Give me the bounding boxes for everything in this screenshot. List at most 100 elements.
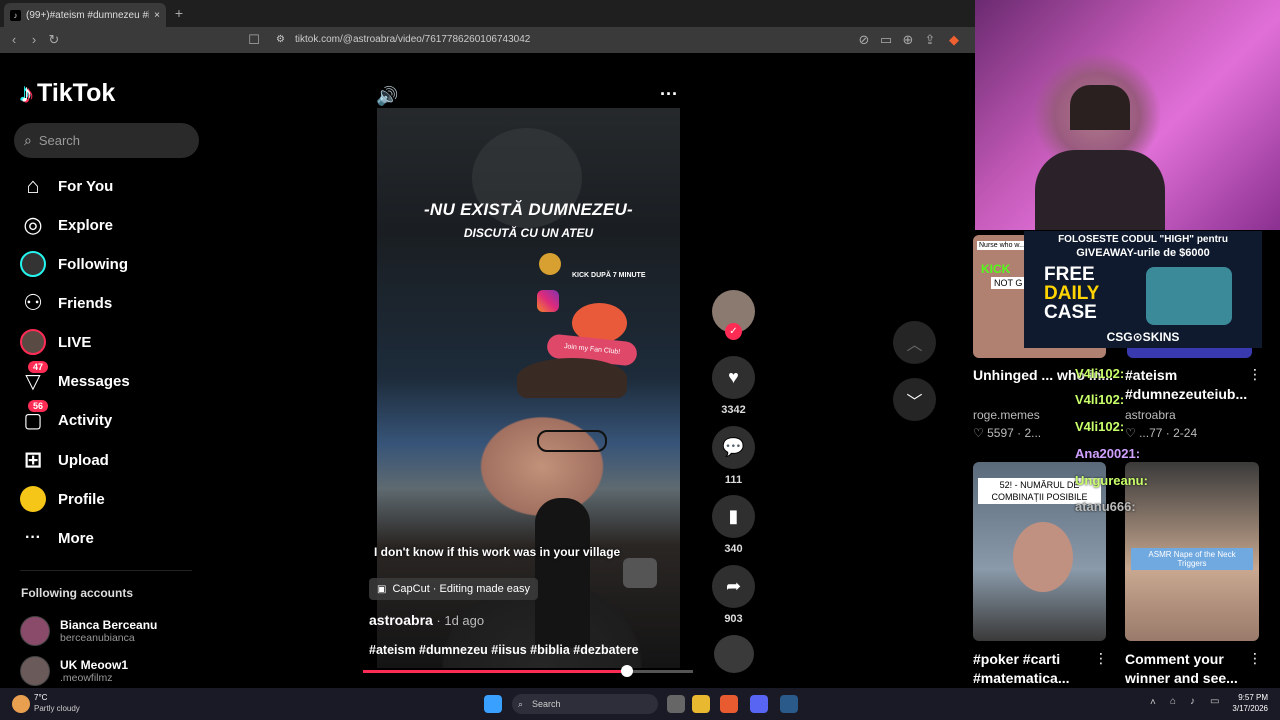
search-input[interactable]: ⌕ Search bbox=[14, 123, 199, 158]
site-info-icon[interactable]: ⚙ bbox=[276, 30, 285, 50]
browser-nav-bar: ‹ › ↻ ☐ ⚙ tiktok.com/@astroabra/video/76… bbox=[0, 27, 975, 53]
related-title-2[interactable]: #ateism #dumnezeuteiub... bbox=[1125, 366, 1247, 404]
related-title-4[interactable]: Comment your winner and see... bbox=[1125, 650, 1245, 688]
video-author[interactable]: astroabra · 1d ago bbox=[369, 612, 484, 628]
kick-timer-text: KICK DUPĂ 7 MINUTE bbox=[572, 272, 646, 279]
nav-following[interactable]: Following bbox=[20, 249, 128, 279]
share-page-icon[interactable]: ⇪ bbox=[922, 32, 938, 48]
previous-video-button[interactable]: ︿ bbox=[893, 321, 936, 364]
tray-chevron-icon[interactable]: ˄ bbox=[1150, 697, 1156, 708]
video-hashtags[interactable]: #ateism #dumnezeu #iisus #biblia #dezbat… bbox=[369, 643, 639, 657]
related-more-icon[interactable]: ⋮ bbox=[1094, 650, 1108, 667]
brave-browser-icon[interactable] bbox=[720, 695, 738, 713]
followed-account-item[interactable]: Bianca Berceanu berceanubianca bbox=[20, 616, 157, 646]
instagram-icon bbox=[537, 290, 559, 312]
next-video-button[interactable]: ﹀ bbox=[893, 378, 936, 421]
weather-icon[interactable] bbox=[12, 695, 30, 713]
nav-live[interactable]: LIVE bbox=[20, 327, 91, 357]
shirt-shape bbox=[1035, 150, 1165, 230]
messages-badge: 47 bbox=[28, 361, 49, 373]
related-author-1[interactable]: roge.memes bbox=[973, 408, 1040, 422]
search-icon: ⌕ bbox=[518, 699, 524, 709]
nav-explore[interactable]: ◎ Explore bbox=[20, 210, 113, 240]
video-overlay-subtitle: DISCUTĂ CU UN ATEU bbox=[463, 226, 594, 240]
kick-logo: KICK bbox=[981, 262, 1011, 276]
nav-friends[interactable]: ⚇ Friends bbox=[20, 288, 112, 318]
nav-upload[interactable]: ⊞ Upload bbox=[20, 445, 109, 475]
clock-time[interactable]: 9:57 PM bbox=[1226, 693, 1268, 702]
chevron-down-icon: ﹀ bbox=[906, 393, 923, 411]
battery-icon[interactable]: ▭ bbox=[1210, 696, 1219, 707]
follow-check-icon[interactable]: ✓ bbox=[725, 323, 742, 340]
related-thumb-4[interactable]: ASMR Nape of the Neck Triggers bbox=[1125, 462, 1259, 641]
nav-more[interactable]: ··· More bbox=[20, 523, 94, 553]
search-icon: ⌕ bbox=[24, 132, 32, 148]
like-count: 3342 bbox=[721, 404, 746, 416]
tab-close-icon[interactable]: × bbox=[154, 10, 160, 21]
csgoskins-ad-overlay: FOLOSESTE CODUL "HIGH" pentru GIVEAWAY-u… bbox=[1024, 231, 1262, 348]
bookmark-icon: ▮ bbox=[712, 495, 755, 538]
related-thumb-2[interactable] bbox=[1127, 348, 1252, 358]
video-overlay-title: -NU EXISTĂ DUMNEZEU- bbox=[423, 200, 634, 219]
steam-icon[interactable] bbox=[780, 695, 798, 713]
comment-button[interactable]: 💬 111 bbox=[712, 426, 755, 486]
like-button[interactable]: ♥ 3342 bbox=[712, 356, 755, 416]
progress-knob[interactable] bbox=[621, 665, 633, 677]
tab-title: (99+)#ateism #dumnezeu #i... bbox=[26, 9, 150, 21]
forward-icon[interactable]: › bbox=[26, 32, 42, 48]
clock-date[interactable]: 3/17/2026 bbox=[1226, 704, 1268, 713]
video-more-options-icon[interactable]: ··· bbox=[660, 84, 678, 105]
extension-icon[interactable]: ⊘ bbox=[856, 32, 872, 48]
back-icon[interactable]: ‹ bbox=[6, 32, 22, 48]
related-thumb-3[interactable]: 52! - NUMĂRUL DE COMBINAȚII POSIBILE bbox=[973, 462, 1106, 641]
sidebar-divider bbox=[20, 570, 192, 571]
video-caption: I don't know if this work was in your vi… bbox=[374, 545, 621, 559]
tiktok-logo[interactable]: ♪ TikTok bbox=[20, 77, 115, 109]
zoom-icon[interactable]: ⊕ bbox=[900, 32, 916, 48]
comment-count: 111 bbox=[724, 474, 743, 486]
browser-tab[interactable]: ♪ (99+)#ateism #dumnezeu #i... × bbox=[4, 3, 166, 27]
more-dots-icon: ··· bbox=[25, 529, 41, 546]
capcut-link[interactable]: ▣ CapCut · Editing made easy bbox=[369, 578, 539, 600]
related-author-2[interactable]: astroabra bbox=[1125, 408, 1176, 422]
discord-icon[interactable] bbox=[750, 695, 768, 713]
followed-account-item[interactable]: UK Meoow1 .meowfilmz bbox=[20, 656, 128, 686]
hair-shape bbox=[517, 358, 627, 398]
chat-message: V4li102: bbox=[1075, 366, 1125, 381]
file-explorer-icon[interactable] bbox=[692, 695, 710, 713]
taskbar-search[interactable]: ⌕ Search bbox=[512, 694, 658, 714]
tiktok-favicon-icon: ♪ bbox=[10, 9, 21, 21]
related-meta-2: ♡ ...77 · 2-24 bbox=[1125, 426, 1198, 440]
save-button[interactable]: ▮ 340 bbox=[712, 495, 755, 555]
volume-tray-icon[interactable]: ♪ bbox=[1190, 696, 1195, 707]
video-progress-bar[interactable] bbox=[363, 665, 693, 677]
network-icon[interactable]: ⌂ bbox=[1170, 696, 1176, 707]
reload-icon[interactable]: ↻ bbox=[46, 32, 62, 48]
related-more-icon[interactable]: ⋮ bbox=[1248, 650, 1262, 667]
related-more-icon[interactable]: ⋮ bbox=[1248, 366, 1262, 383]
bookmark-icon[interactable]: ☐ bbox=[246, 32, 262, 48]
new-tab-button[interactable]: + bbox=[170, 4, 188, 22]
cap-shape bbox=[1070, 85, 1130, 130]
chat-message: Ana20021: bbox=[1075, 446, 1141, 461]
messages-icon: ▽ 47 bbox=[20, 361, 49, 394]
share-button[interactable]: ➦ 903 bbox=[712, 565, 755, 625]
nav-messages[interactable]: ▽ 47 Messages bbox=[20, 361, 130, 396]
related-title-3[interactable]: #poker #carti #matematica... bbox=[973, 650, 1083, 688]
profile-avatar-icon bbox=[20, 486, 46, 512]
nav-activity[interactable]: ▢ 56 Activity bbox=[20, 400, 112, 435]
upload-icon: ⊞ bbox=[23, 447, 43, 472]
home-icon: ⌂ bbox=[26, 173, 40, 198]
capcut-icon: ▣ bbox=[377, 583, 387, 595]
chat-message: V4li102: bbox=[1075, 419, 1125, 434]
chat-message: Ungureanu: bbox=[1075, 473, 1148, 488]
nav-profile[interactable]: Profile bbox=[20, 484, 105, 514]
brave-shield-icon[interactable]: ◆ bbox=[946, 32, 962, 48]
task-view-icon[interactable] bbox=[667, 695, 685, 713]
volume-icon[interactable]: 🔊 bbox=[376, 86, 398, 107]
sound-disc-avatar[interactable] bbox=[714, 635, 754, 673]
tiktok-note-icon: ♪ bbox=[20, 77, 33, 108]
nav-for-you[interactable]: ⌂ For You bbox=[20, 171, 113, 201]
start-icon[interactable] bbox=[484, 695, 502, 713]
cast-icon[interactable]: ▭ bbox=[878, 32, 894, 48]
